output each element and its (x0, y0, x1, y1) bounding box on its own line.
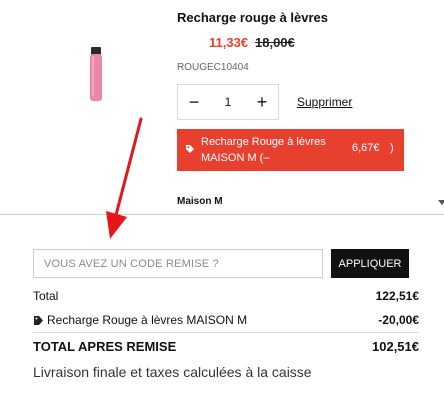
annotation-arrow-icon (106, 117, 143, 239)
product-name[interactable]: Recharge rouge à lèvres (177, 10, 328, 25)
quantity-increase-button[interactable]: + (246, 85, 278, 119)
discount-chip-label: Recharge Rouge à lèvres MAISON M (– (201, 136, 326, 164)
product-image (70, 35, 122, 115)
discount-label: Recharge Rouge à lèvres MAISON M (47, 313, 248, 327)
grand-total-value: 102,51€ (372, 339, 419, 354)
grand-total-label: TOTAL APRES REMISE (33, 339, 177, 354)
section-divider (0, 214, 444, 215)
quantity-value[interactable]: 1 (225, 95, 232, 109)
discount-code-input[interactable] (33, 249, 323, 278)
applied-discount-chip[interactable]: Recharge Rouge à lèvres MAISON M (– 6,67… (177, 129, 404, 171)
discount-chip-paren: ) (390, 142, 394, 154)
summary-divider (33, 332, 419, 333)
scroll-down-icon[interactable] (438, 200, 444, 205)
original-price: 18,00€ (255, 35, 295, 50)
brand-label: Maison M (177, 196, 223, 207)
tag-icon (186, 145, 194, 153)
apply-code-button[interactable]: APPLIQUER (331, 249, 409, 278)
total-value: 122,51€ (375, 289, 419, 303)
sale-price: 11,33€ (209, 35, 249, 50)
discount-chip-amount: 6,67€ (352, 142, 380, 154)
discount-value: -20,00€ (378, 313, 419, 327)
remove-item-link[interactable]: Supprimer (297, 95, 352, 109)
total-label: Total (33, 289, 59, 303)
shipping-note: Livraison finale et taxes calculées à la… (33, 364, 312, 380)
product-sku: ROUGEC10404 (177, 62, 249, 73)
quantity-decrease-button[interactable]: − (178, 85, 210, 119)
discount-tag-icon (34, 316, 43, 325)
quantity-stepper: − 1 + (177, 84, 279, 120)
